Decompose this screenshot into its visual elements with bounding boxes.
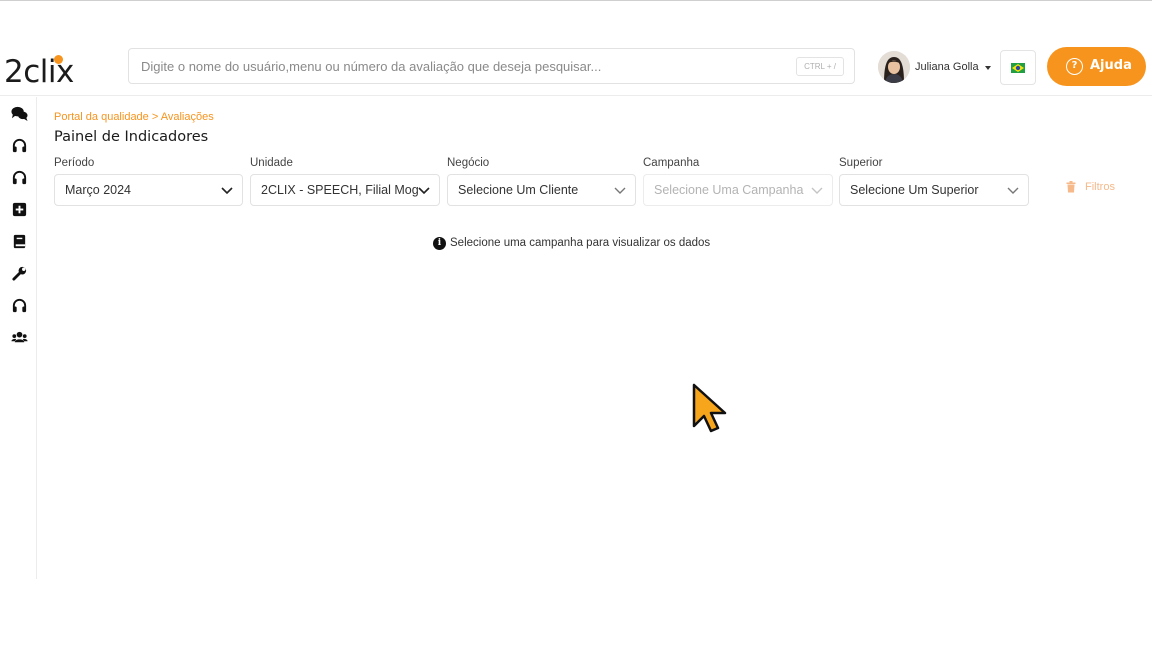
- unit-select[interactable]: 2CLIX - SPEECH, Filial Mogi, Mogi: [250, 174, 440, 206]
- headset-icon[interactable]: [11, 137, 28, 154]
- headset-icon[interactable]: [11, 169, 28, 186]
- campaign-select[interactable]: Selecione Uma Campanha: [643, 174, 833, 206]
- caret-down-icon: [985, 66, 991, 70]
- language-selector[interactable]: [1000, 50, 1036, 85]
- superior-label: Superior: [839, 157, 883, 169]
- search-shortcut-hint: CTRL + /: [796, 57, 844, 76]
- info-icon: i: [433, 237, 446, 250]
- page-title: Painel de Indicadores: [54, 129, 209, 145]
- mouse-cursor-icon: [692, 383, 727, 433]
- campaign-label: Campanha: [643, 157, 700, 169]
- top-header: 2clix CTRL + / Juliana Golla ? Ajuda: [0, 40, 1152, 96]
- period-label: Período: [54, 157, 95, 169]
- breadcrumb[interactable]: Portal da qualidade > Avaliações: [54, 111, 214, 123]
- sidebar: [0, 97, 37, 579]
- search-input[interactable]: [129, 49, 789, 83]
- question-circle-icon: ?: [1066, 58, 1083, 75]
- chevron-down-icon: [614, 187, 626, 194]
- user-name: Juliana Golla: [915, 61, 979, 73]
- headset-icon[interactable]: [11, 297, 28, 314]
- superior-value: Selecione Um Superior: [850, 183, 979, 197]
- chevron-down-icon: [221, 187, 233, 195]
- info-message-text: Selecione uma campanha para visualizar o…: [450, 237, 711, 249]
- chevron-down-icon: [1007, 187, 1019, 194]
- users-icon[interactable]: [11, 329, 28, 346]
- unit-value: 2CLIX - SPEECH, Filial Mogi, Mogi: [261, 183, 419, 197]
- business-value: Selecione Um Cliente: [458, 183, 579, 197]
- trash-icon: [1066, 181, 1076, 193]
- business-label: Negócio: [447, 157, 490, 169]
- user-menu[interactable]: Juliana Golla: [877, 50, 997, 86]
- global-search: CTRL + /: [128, 48, 855, 84]
- wrench-icon[interactable]: [11, 265, 28, 282]
- window-top-border: [0, 0, 1152, 1]
- app-logo[interactable]: 2clix: [4, 48, 84, 92]
- filters-button-label: Filtros: [1085, 181, 1115, 193]
- business-select[interactable]: Selecione Um Cliente: [447, 174, 636, 206]
- help-button-label: Ajuda: [1090, 58, 1132, 73]
- chevron-down-icon: [811, 187, 823, 194]
- period-value: Março 2024: [65, 183, 132, 197]
- book-icon[interactable]: [11, 233, 28, 250]
- period-select[interactable]: Março 2024: [54, 174, 243, 206]
- unit-label: Unidade: [250, 157, 293, 169]
- user-avatar: [878, 51, 910, 83]
- plus-square-icon[interactable]: [11, 201, 28, 218]
- chat-icon[interactable]: [11, 105, 28, 122]
- logo-dot: [54, 55, 63, 64]
- campaign-value: Selecione Uma Campanha: [654, 183, 804, 197]
- chevron-down-icon: [418, 187, 430, 195]
- logo-text: 2clix: [4, 54, 74, 90]
- brazil-flag-icon: [1011, 63, 1025, 73]
- help-button[interactable]: ? Ajuda: [1047, 47, 1146, 86]
- superior-select[interactable]: Selecione Um Superior: [839, 174, 1029, 206]
